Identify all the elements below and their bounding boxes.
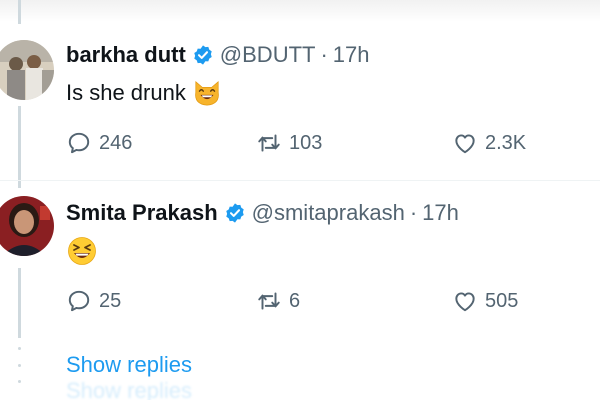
- thread-connector: [18, 0, 21, 24]
- verified-badge-icon: [225, 203, 244, 223]
- separator: ·: [320, 42, 328, 67]
- tweet-text: Is she drunk: [66, 80, 186, 105]
- reply-button[interactable]: 246: [66, 130, 132, 156]
- grinning-cat-emoji-icon: [195, 80, 219, 106]
- thread-connector: [18, 106, 21, 188]
- like-button[interactable]: 505: [452, 288, 518, 314]
- thread-dots: [18, 347, 21, 383]
- author-handle[interactable]: @BDUTT: [220, 42, 316, 68]
- avatar[interactable]: [0, 40, 54, 100]
- heart-icon: [455, 134, 475, 154]
- previous-tweet-edge: [0, 0, 600, 22]
- reply-count: 25: [99, 289, 122, 312]
- retweet-count: 6: [289, 289, 301, 312]
- retweet-icon: [258, 292, 280, 310]
- tweet-header: barkha dutt @BDUTT · 17h: [66, 42, 370, 68]
- timestamp[interactable]: 17h: [333, 42, 370, 68]
- timestamp[interactable]: 17h: [422, 200, 459, 226]
- tweet-header: Smita Prakash @smitaprakash · 17h: [66, 200, 459, 226]
- thread-connector: [18, 268, 21, 338]
- show-replies-reflection: Show replies: [66, 378, 192, 400]
- author-name[interactable]: Smita Prakash: [66, 200, 218, 226]
- verified-badge-icon: [194, 45, 212, 65]
- grinning-squinting-face-emoji-icon: [68, 237, 96, 265]
- reply-icon: [68, 290, 90, 312]
- reply-count: 246: [99, 131, 133, 154]
- retweet-icon: [258, 134, 280, 152]
- reply-icon: [68, 132, 90, 154]
- avatar[interactable]: [0, 196, 54, 256]
- retweet-button[interactable]: 103: [256, 130, 322, 156]
- retweet-button[interactable]: 6: [256, 288, 300, 314]
- avatar-photo: [0, 196, 54, 256]
- tweet-actions: 246 103 2.3K: [66, 130, 586, 160]
- reply-button[interactable]: 25: [66, 288, 121, 314]
- like-button[interactable]: 2.3K: [452, 130, 526, 156]
- separator: ·: [409, 200, 418, 225]
- tweet-divider: [0, 180, 600, 181]
- avatar-photo: [0, 40, 54, 100]
- tweet-body: Is she drunk: [66, 79, 222, 107]
- show-replies-link[interactable]: Show replies: [66, 352, 192, 378]
- tweet-actions: 25 6 505: [66, 288, 586, 318]
- retweet-count: 103: [289, 131, 323, 154]
- like-count: 2.3K: [485, 131, 527, 154]
- author-name[interactable]: barkha dutt: [66, 42, 186, 68]
- like-count: 505: [485, 289, 519, 312]
- author-handle[interactable]: @smitaprakash: [252, 200, 405, 226]
- tweet-thread: barkha dutt @BDUTT · 17h Is she drunk 24…: [0, 0, 600, 400]
- heart-icon: [455, 292, 475, 312]
